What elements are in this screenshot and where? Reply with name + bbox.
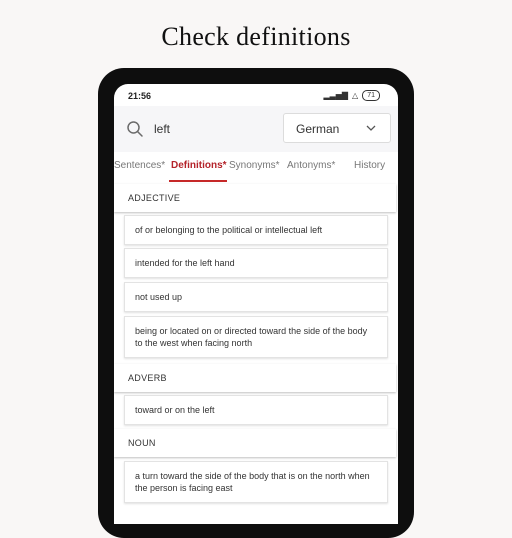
search-input[interactable]: left bbox=[154, 122, 170, 136]
signal-icon: ▂▃▅▇ bbox=[323, 91, 349, 100]
definition-card[interactable]: intended for the left hand bbox=[124, 248, 388, 278]
status-icons: ▂▃▅▇ △ 71 bbox=[323, 90, 380, 101]
tab-definitions[interactable]: Definitions* bbox=[171, 160, 227, 171]
definition-card[interactable]: toward or on the left bbox=[124, 395, 388, 425]
tab-history[interactable]: History bbox=[354, 160, 385, 171]
section-header-noun: NOUN bbox=[114, 429, 396, 457]
status-time: 21:56 bbox=[128, 91, 152, 101]
page-caption: Check definitions bbox=[161, 22, 351, 51]
wifi-icon: △ bbox=[352, 91, 359, 100]
section-header-adjective: ADJECTIVE bbox=[114, 184, 396, 212]
tab-sentences[interactable]: Sentences* bbox=[114, 160, 165, 171]
section-header-adverb: ADVERB bbox=[114, 364, 396, 392]
definition-card[interactable]: of or belonging to the political or inte… bbox=[124, 215, 388, 245]
language-dropdown[interactable]: German bbox=[283, 113, 391, 143]
search-bar: left German bbox=[114, 106, 398, 152]
language-value: German bbox=[296, 122, 340, 136]
tab-synonyms[interactable]: Synonyms* bbox=[229, 160, 280, 171]
section-title: ADVERB bbox=[128, 373, 167, 383]
active-tab-indicator bbox=[169, 180, 227, 182]
definition-card[interactable]: being or located on or directed toward t… bbox=[124, 316, 388, 358]
section-title: NOUN bbox=[128, 438, 156, 448]
chevron-down-icon bbox=[366, 125, 376, 131]
app-screen: 21:56 ▂▃▅▇ △ 71 left German Sentences* D… bbox=[114, 84, 398, 524]
battery-icon: 71 bbox=[362, 90, 380, 101]
definition-card[interactable]: not used up bbox=[124, 282, 388, 312]
section-title: ADJECTIVE bbox=[128, 193, 181, 203]
tab-bar: Sentences* Definitions* Synonyms* Antony… bbox=[114, 154, 398, 184]
search-icon[interactable] bbox=[126, 120, 144, 138]
status-bar: 21:56 ▂▃▅▇ △ 71 bbox=[114, 84, 398, 106]
tab-antonyms[interactable]: Antonyms* bbox=[287, 160, 335, 171]
definition-card[interactable]: a turn toward the side of the body that … bbox=[124, 461, 388, 503]
